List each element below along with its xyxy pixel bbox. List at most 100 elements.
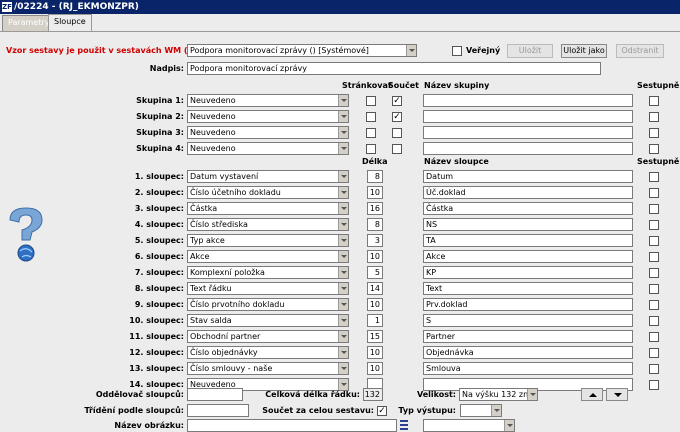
column-14-sestupne-checkbox[interactable] — [649, 380, 659, 390]
chevron-down-icon — [338, 127, 348, 138]
soucet-sestavy-checkbox[interactable]: ✓ — [377, 406, 387, 416]
vzor-select[interactable]: Podpora monitorovací zprávy () [Systémov… — [187, 44, 417, 57]
group-1-select[interactable]: Neuvedeno — [187, 94, 349, 107]
column-7-delka-input[interactable]: 5 — [367, 266, 383, 279]
group-4-select[interactable]: Neuvedeno — [187, 142, 349, 155]
group-1-nazev-input[interactable] — [423, 94, 633, 107]
group-3-nazev-input[interactable] — [423, 126, 633, 139]
column-2-select[interactable]: Číslo účetního dokladu — [187, 186, 349, 199]
column-13-delka-input[interactable]: 10 — [367, 362, 383, 375]
column-9-sestupne-checkbox[interactable] — [649, 300, 659, 310]
column-4-nazev-input[interactable]: NS — [423, 218, 633, 231]
list-icon[interactable] — [400, 420, 408, 430]
nazev-obrazku-input[interactable] — [187, 419, 397, 432]
column-13-sestupne-checkbox[interactable] — [649, 364, 659, 374]
oddelovac-input[interactable] — [187, 388, 243, 401]
column-9-delka-input[interactable]: 10 — [367, 298, 383, 311]
column-13-select[interactable]: Číslo smlouvy - naše — [187, 362, 349, 375]
group-3-soucet-checkbox[interactable] — [392, 128, 402, 138]
column-4-sestupne-checkbox[interactable] — [649, 220, 659, 230]
chevron-down-icon — [338, 363, 348, 374]
column-6-nazev-input[interactable]: Akce — [423, 250, 633, 263]
column-7-nazev-input[interactable]: KP — [423, 266, 633, 279]
column-10-sestupne-checkbox[interactable] — [649, 316, 659, 326]
column-7-select[interactable]: Komplexní položka — [187, 266, 349, 279]
group-2-select[interactable]: Neuvedeno — [187, 110, 349, 123]
ulozit-button[interactable]: Uložit — [507, 44, 553, 58]
column-5-sestupne-checkbox[interactable] — [649, 236, 659, 246]
obrazek-select[interactable] — [423, 419, 515, 432]
column-3-delka-input[interactable]: 16 — [367, 202, 383, 215]
chevron-down-icon — [338, 267, 348, 278]
column-9-select[interactable]: Číslo prvotního dokladu — [187, 298, 349, 311]
nadpis-input[interactable]: Podpora monitorovací zprávy — [187, 62, 601, 75]
column-5-select[interactable]: Typ akce — [187, 234, 349, 247]
column-select-value: Číslo prvotního dokladu — [190, 300, 285, 309]
column-2-nazev-input[interactable]: Úč.doklad — [423, 186, 633, 199]
vzor-label: Vzor sestavy je použit v sestavách WM (1… — [6, 46, 206, 55]
column-8-select[interactable]: Text řádku — [187, 282, 349, 295]
column-11-delka-input[interactable]: 15 — [367, 330, 383, 343]
column-12-nazev-input[interactable]: Objednávka — [423, 346, 633, 359]
column-1-select[interactable]: Datum vystavení — [187, 170, 349, 183]
velikost-select[interactable]: Na výšku 132 zn. — [459, 388, 538, 401]
column-6-delka-input[interactable]: 10 — [367, 250, 383, 263]
verejny-checkbox[interactable] — [452, 46, 462, 56]
column-10-select[interactable]: Stav salda — [187, 314, 349, 327]
group-3-select[interactable]: Neuvedeno — [187, 126, 349, 139]
oddelovac-label: Oddělovač sloupců: — [95, 390, 184, 399]
column-10-delka-input[interactable]: 1 — [367, 314, 383, 327]
group-3-sestupne-checkbox[interactable] — [649, 128, 659, 138]
column-3-select[interactable]: Částka — [187, 202, 349, 215]
group-2-nazev-input[interactable] — [423, 110, 633, 123]
column-13-nazev-input[interactable]: Smlouva — [423, 362, 633, 375]
column-10-nazev-input[interactable]: S — [423, 314, 633, 327]
trideni-input[interactable] — [187, 404, 249, 417]
move-down-button[interactable] — [606, 388, 628, 401]
column-12-select[interactable]: Číslo objednávky — [187, 346, 349, 359]
column-2-sestupne-checkbox[interactable] — [649, 188, 659, 198]
column-5-delka-input[interactable]: 3 — [367, 234, 383, 247]
group-1-strankovat-checkbox[interactable] — [366, 96, 376, 106]
group-1-soucet-checkbox[interactable]: ✓ — [392, 96, 402, 106]
soucet-sestavy-label: Součet za celou sestavu: — [262, 406, 374, 415]
column-1-nazev-input[interactable]: Datum — [423, 170, 633, 183]
group-2-strankovat-checkbox[interactable] — [366, 112, 376, 122]
move-up-button[interactable] — [581, 388, 603, 401]
group-4-sestupne-checkbox[interactable] — [649, 144, 659, 154]
column-11-select[interactable]: Obchodní partner — [187, 330, 349, 343]
column-8-nazev-input[interactable]: Text — [423, 282, 633, 295]
tab-sloupce[interactable]: Sloupce — [48, 14, 92, 31]
column-6-sestupne-checkbox[interactable] — [649, 252, 659, 262]
group-2-soucet-checkbox[interactable]: ✓ — [392, 112, 402, 122]
column-4-select[interactable]: Číslo střediska — [187, 218, 349, 231]
column-4-delka-input[interactable]: 8 — [367, 218, 383, 231]
column-3-sestupne-checkbox[interactable] — [649, 204, 659, 214]
column-label: 1. sloupec: — [134, 172, 184, 181]
group-3-strankovat-checkbox[interactable] — [366, 128, 376, 138]
column-7-sestupne-checkbox[interactable] — [649, 268, 659, 278]
column-8-delka-input[interactable]: 14 — [367, 282, 383, 295]
group-4-strankovat-checkbox[interactable] — [366, 144, 376, 154]
column-1-sestupne-checkbox[interactable] — [649, 172, 659, 182]
column-3-nazev-input[interactable]: Částka — [423, 202, 633, 215]
group-2-sestupne-checkbox[interactable] — [649, 112, 659, 122]
group-4-soucet-checkbox[interactable] — [392, 144, 402, 154]
group-1-sestupne-checkbox[interactable] — [649, 96, 659, 106]
column-1-delka-input[interactable]: 8 — [367, 170, 383, 183]
column-12-sestupne-checkbox[interactable] — [649, 348, 659, 358]
column-8-sestupne-checkbox[interactable] — [649, 284, 659, 294]
column-2-delka-input[interactable]: 10 — [367, 186, 383, 199]
column-11-nazev-input[interactable]: Partner — [423, 330, 633, 343]
column-6-select[interactable]: Akce — [187, 250, 349, 263]
verejny-label: Veřejný — [466, 46, 501, 55]
column-11-sestupne-checkbox[interactable] — [649, 332, 659, 342]
group-4-nazev-input[interactable] — [423, 142, 633, 155]
ulozit-jako-button[interactable]: Uložit jako — [561, 44, 607, 58]
chevron-down-icon — [338, 203, 348, 214]
column-12-delka-input[interactable]: 10 — [367, 346, 383, 359]
column-9-nazev-input[interactable]: Prv.doklad — [423, 298, 633, 311]
odstranit-button[interactable]: Odstranit — [616, 44, 664, 58]
typ-vystupu-select[interactable] — [460, 404, 502, 417]
column-5-nazev-input[interactable]: TA — [423, 234, 633, 247]
